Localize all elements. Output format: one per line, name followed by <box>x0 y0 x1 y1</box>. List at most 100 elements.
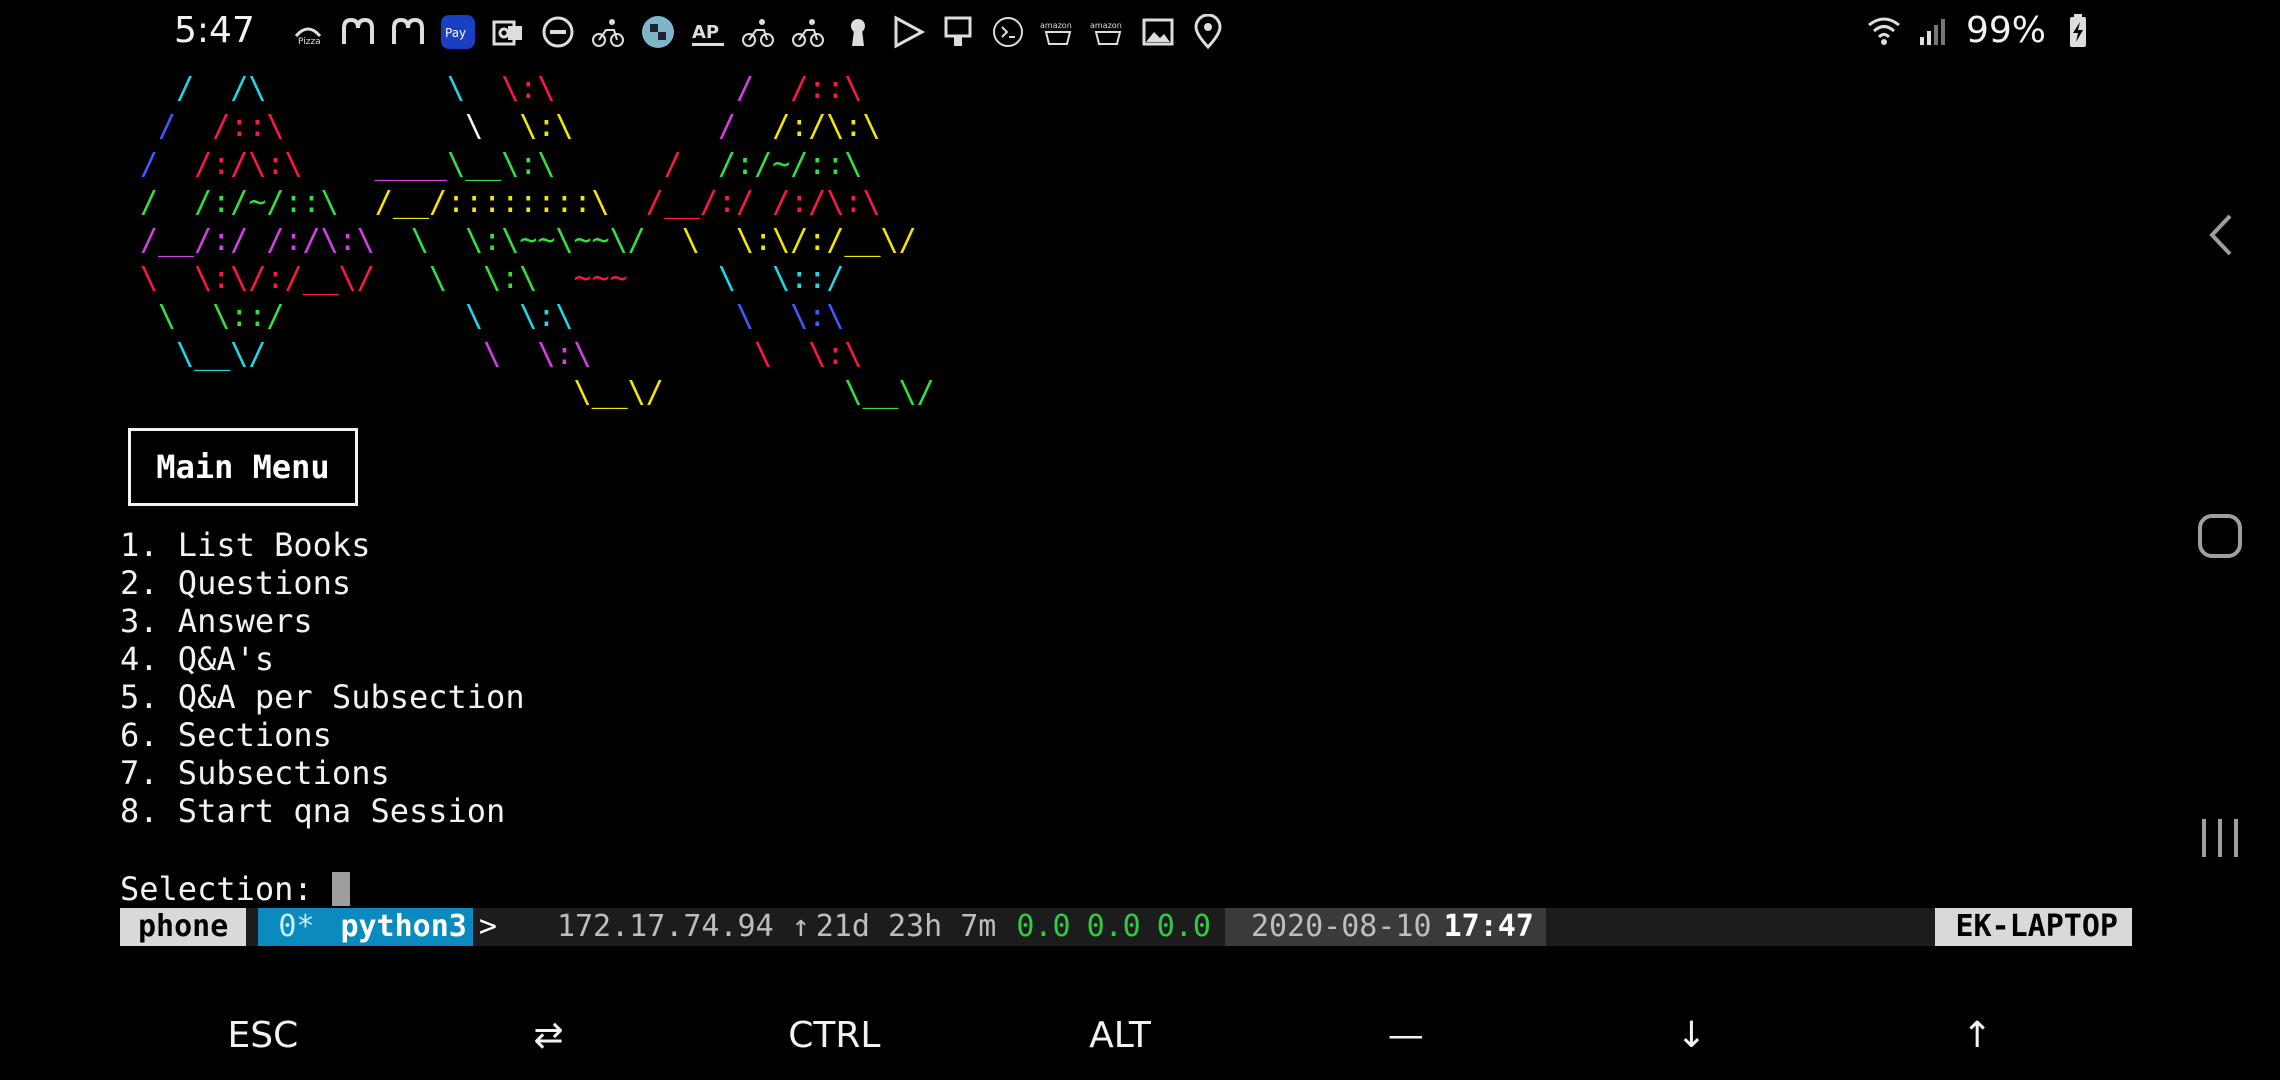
menu-item: 7. Subsections <box>120 754 390 792</box>
menu-item: 2. Questions <box>120 564 352 602</box>
wifi-icon <box>1866 13 1902 49</box>
ascii-art-segment: \ \::/ <box>140 299 285 334</box>
dash-key[interactable]: — <box>1263 990 1549 1080</box>
svg-text:Pizza: Pizza <box>298 37 321 47</box>
down-arrow-key[interactable]: ↓ <box>1549 990 1835 1080</box>
back-button[interactable] <box>2190 205 2250 265</box>
menu-item: 5. Q&A per Subsection <box>120 678 525 716</box>
window-name: python3 <box>340 909 467 944</box>
cycling-icon <box>790 14 826 50</box>
do-not-disturb-icon <box>540 14 576 50</box>
tmux-datetime: 2020-08-10 17:47 <box>1224 908 1546 946</box>
signal-icon <box>1916 13 1952 49</box>
ascii-art-line: \ \::/ \ \:\ \ \:\ <box>140 298 935 336</box>
ctrl-key[interactable]: CTRL <box>691 990 977 1080</box>
selection-input[interactable]: Selection: <box>120 870 350 908</box>
tmux-host: EK-LAPTOP <box>1935 908 2132 946</box>
ascii-art-segment: \ \:\ <box>591 337 863 372</box>
home-icon <box>2198 514 2242 558</box>
ascii-art-segment: \ \:\ <box>266 337 592 372</box>
amazon-icon: amazon <box>1040 14 1076 50</box>
powerline-separator <box>1432 908 1444 946</box>
ap-news-icon: AP <box>690 14 726 50</box>
ascii-art-segment: \ <box>284 109 520 144</box>
alt-key[interactable]: ALT <box>977 990 1263 1080</box>
ascii-art-segment: \ \:\ <box>284 299 574 334</box>
ascii-art-segment: /:/\:\ <box>194 147 303 182</box>
chess-icon <box>640 14 676 50</box>
uptime-arrow-icon: ↑ <box>791 909 810 944</box>
ascii-art-line: \__\/ \ \:\ \ \:\ <box>140 336 935 374</box>
ascii-art-segment: / /:/~/::\ <box>140 185 339 220</box>
svg-text:Pay: Pay <box>445 26 466 40</box>
play-store-icon <box>890 14 926 50</box>
battery-level: 99% <box>1965 10 2046 51</box>
uptime: 21d 23h 7m <box>815 909 997 944</box>
ascii-art-segment: ____ <box>302 147 448 182</box>
keyhole-icon <box>840 14 876 50</box>
ascii-art-segment: \ \:\/:/__\/ <box>140 261 375 296</box>
cycling-icon <box>740 14 776 50</box>
hostname: EK-LAPTOP <box>1955 909 2118 944</box>
ascii-art-segment: ~~~ <box>573 261 628 296</box>
outlook-icon <box>490 14 526 50</box>
terminal-cursor <box>331 872 350 906</box>
ascii-art-segment: \__\/ <box>140 337 267 372</box>
menu-item: 1. List Books <box>120 526 371 564</box>
esc-key[interactable]: ESC <box>120 990 406 1080</box>
extra-keys-row: ESC ⇄ CTRL ALT — ↓ ↑ <box>120 990 2120 1080</box>
ascii-art-segment: /::\ <box>790 71 863 106</box>
ascii-art-line: / /:/~/::\ /__/::::::::\ /__/:/ /:/\:\ <box>140 184 935 222</box>
battery-charging-icon <box>2060 13 2096 49</box>
powerline-separator <box>246 908 258 946</box>
load-average: 0.0 <box>1086 909 1141 944</box>
powerline-separator <box>322 908 334 946</box>
ascii-art-segment: /__/:/ /:/\:\ <box>609 185 881 220</box>
ascii-art-segment: \:\ <box>501 71 556 106</box>
ascii-art-segment: \ \:\ <box>573 299 845 334</box>
ascii-art-segment: /\ <box>230 71 267 106</box>
window-arrow: > <box>478 909 497 944</box>
menu-item: 6. Sections <box>120 716 332 754</box>
ascii-art-segment: /__/:/ /:/\:\ <box>140 223 375 258</box>
tmux-session-name[interactable]: phone <box>120 908 247 946</box>
powerline-separator <box>996 908 1008 946</box>
tmux-status-bar: phone 0* python3 > 172.17.74.94 ↑ 21d 23… <box>120 908 2132 946</box>
selection-prompt: Selection: <box>120 870 332 908</box>
powerline-separator <box>1534 908 1546 946</box>
back-icon <box>2209 214 2232 256</box>
up-arrow-key[interactable]: ↑ <box>1834 990 2120 1080</box>
status-bar: 5:47 Pizza Pay AP amazon amazon 99% <box>0 0 2280 64</box>
home-button[interactable] <box>2190 506 2250 566</box>
ascii-art-line: / /:/\:\ ____\__\:\ / /:/~/::\ <box>140 146 935 184</box>
pizza-hut-icon: Pizza <box>290 14 326 50</box>
ascii-art-segment: / <box>140 109 213 144</box>
svg-text:AP: AP <box>692 22 719 43</box>
mcdonalds-icon <box>390 14 426 50</box>
menu-list: 1. List Books 2. Questions 3. Answers 4.… <box>120 526 525 830</box>
amazon-icon: amazon <box>1090 14 1126 50</box>
load-average: 0.0 <box>1156 909 1211 944</box>
ascii-art-segment: / <box>140 147 195 182</box>
powerline-separator <box>774 908 786 946</box>
menu-item: 8. Start qna Session <box>120 792 506 830</box>
ascii-art-segment: / <box>573 109 773 144</box>
recents-icon <box>2202 819 2238 857</box>
tmux-active-window[interactable]: 0* python3 <box>258 908 473 946</box>
powerline-separator <box>1225 908 1237 946</box>
ascii-art-segment: / <box>555 147 718 182</box>
menu-title: Main Menu <box>156 448 330 486</box>
ascii-art-line: / /\ \ \:\ / /::\ <box>140 70 935 108</box>
transit-icon <box>940 14 976 50</box>
load-average: 0.0 <box>1016 909 1071 944</box>
location-icon <box>1190 14 1226 50</box>
powerline-separator <box>258 908 270 946</box>
ascii-art-line: / /::\ \ \:\ / /:/\:\ <box>140 108 935 146</box>
ascii-art-line: /__/:/ /:/\:\ \ \:\~~\~~\/ \ \:\/:/__\/ <box>140 222 935 260</box>
ascii-art-segment: \ \::/ <box>627 261 845 296</box>
svg-text:amazon: amazon <box>1090 21 1122 30</box>
recents-button[interactable] <box>2190 808 2250 868</box>
tab-key[interactable]: ⇄ <box>406 990 692 1080</box>
ascii-art-segment: /:/\:\ <box>772 109 881 144</box>
gallery-icon <box>1140 14 1176 50</box>
